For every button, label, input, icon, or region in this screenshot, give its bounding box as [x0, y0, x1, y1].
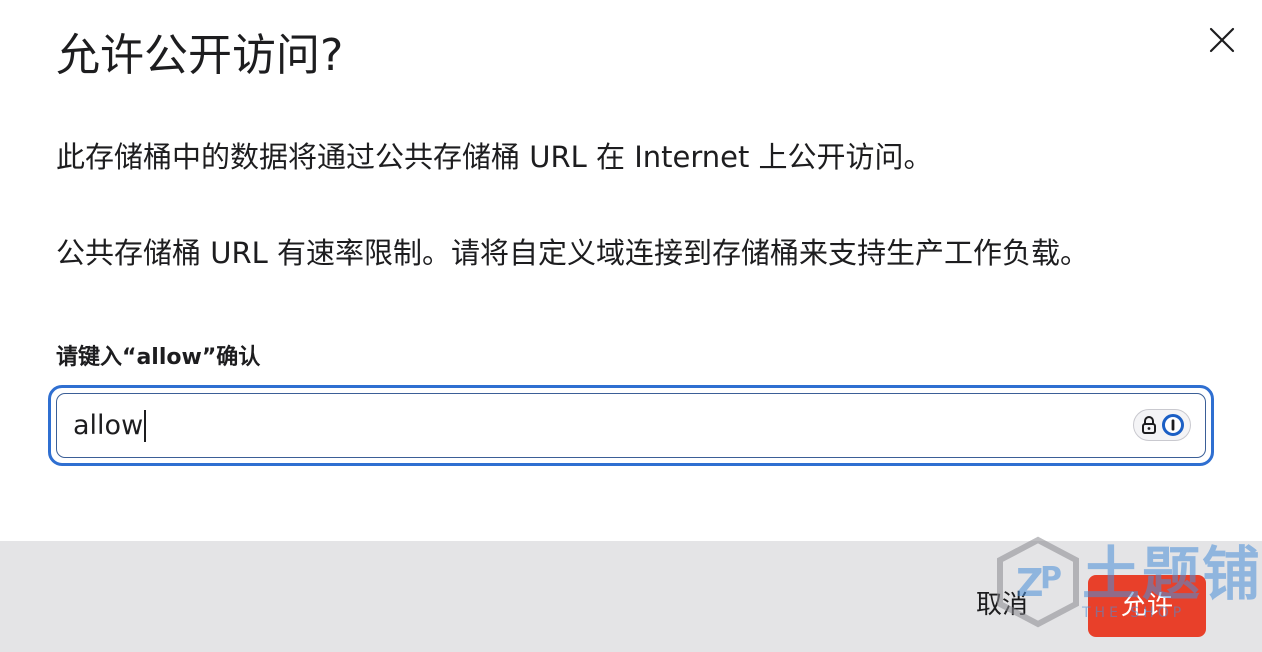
password-manager-icon: [1162, 414, 1184, 436]
allow-button[interactable]: 允许: [1088, 575, 1206, 637]
cancel-button[interactable]: 取消: [976, 585, 1028, 625]
allow-public-access-dialog: 允许公开访问? 此存储桶中的数据将通过公共存储桶 URL 在 Internet …: [0, 0, 1262, 652]
close-icon: [1209, 27, 1235, 53]
close-button[interactable]: [1202, 20, 1242, 60]
dialog-title: 允许公开访问?: [56, 30, 344, 81]
password-manager-button[interactable]: [1133, 409, 1191, 441]
confirm-input[interactable]: allow: [56, 393, 1206, 458]
confirm-field-label: 请键入“allow”确认: [56, 345, 261, 370]
rate-limit-description: 公共存储桶 URL 有速率限制。请将自定义域连接到存储桶来支持生产工作负载。: [56, 236, 1089, 270]
dialog-footer: 取消 允许: [0, 541, 1262, 652]
lock-icon: [1142, 416, 1156, 434]
public-url-description: 此存储桶中的数据将通过公共存储桶 URL 在 Internet 上公开访问。: [56, 140, 933, 174]
text-caret: [144, 409, 147, 442]
confirm-input-value: allow: [73, 409, 144, 441]
confirm-input-focus-ring: allow: [48, 385, 1214, 466]
